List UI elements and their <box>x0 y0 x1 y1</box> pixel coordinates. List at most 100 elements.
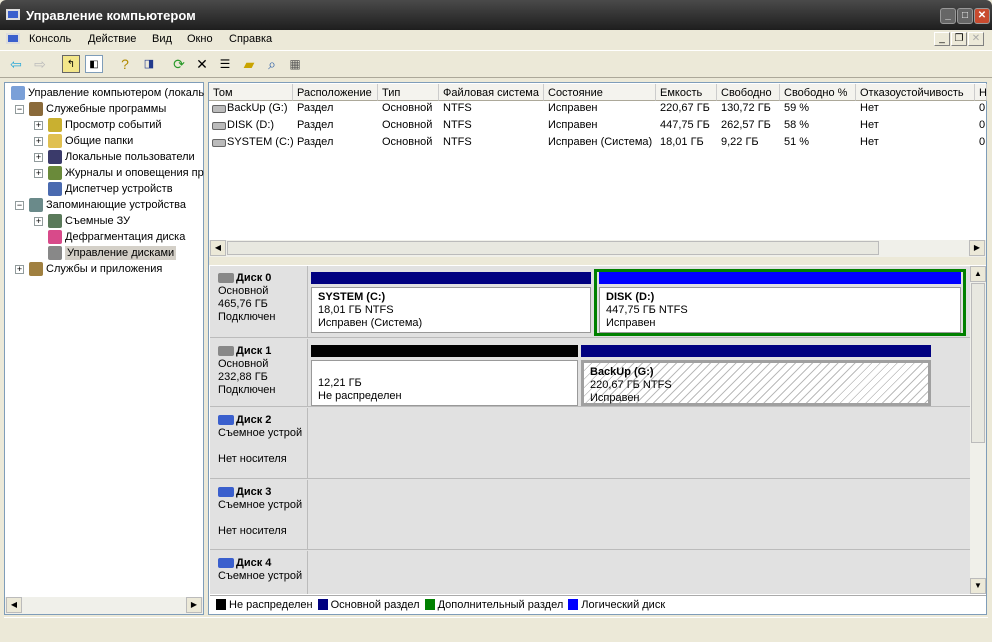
tree-item[interactable]: Управление дисками <box>48 245 177 261</box>
expander-toggle[interactable]: − <box>15 105 24 114</box>
disk-row: Диск 4 Съемное устрой <box>210 551 970 594</box>
disk-type: Основной <box>218 285 269 297</box>
delete-icon[interactable]: ✕ <box>193 55 211 73</box>
maximize-button[interactable]: □ <box>957 8 973 24</box>
help-icon[interactable]: ? <box>116 55 134 73</box>
properties-icon[interactable]: ☰ <box>216 55 234 73</box>
disk-row: Диск 3 Съемное устрой Нет носителя <box>210 480 970 550</box>
column-header[interactable]: Тип <box>378 84 439 101</box>
column-header[interactable]: Свободно <box>717 84 780 101</box>
tree-item[interactable]: Локальные пользователи <box>48 149 195 165</box>
scroll-right-button[interactable]: ▶ <box>969 240 985 256</box>
scroll-thumb[interactable] <box>227 241 879 255</box>
child-minimize-button[interactable]: _ <box>934 32 950 46</box>
column-header[interactable]: Состояние <box>544 84 656 101</box>
table-cell: Исправен (Система) <box>548 136 653 148</box>
tree-node-icon <box>48 166 62 181</box>
tree-item[interactable]: Общие папки <box>48 133 133 149</box>
scroll-up-button[interactable]: ▲ <box>970 266 986 282</box>
menu-console[interactable]: Консоль <box>29 33 71 45</box>
disk-label[interactable]: Диск 1 Основной 232,88 ГБ Подключен <box>210 339 308 406</box>
partition[interactable]: BackUp (G:) 220,67 ГБ NTFS Исправен <box>581 345 931 406</box>
back-icon[interactable]: ⇦ <box>7 55 25 73</box>
menu-action[interactable]: Действие <box>88 33 136 45</box>
partition[interactable]: 12,21 ГБ Не распределен <box>311 345 578 406</box>
legend-swatch <box>424 599 435 610</box>
menu-window[interactable]: Окно <box>187 33 213 45</box>
tree-item-label: Локальные пользователи <box>65 151 195 163</box>
tree-item[interactable]: Служебные программы <box>29 101 166 117</box>
expander-toggle[interactable]: + <box>34 217 43 226</box>
partition[interactable]: SYSTEM (C:) 18,01 ГБ NTFS Исправен (Систем… <box>311 272 591 333</box>
tree-horizontal-scrollbar[interactable]: ◀ ▶ <box>5 597 203 614</box>
table-row[interactable]: BackUp (G:) Раздел Основной NTFS Исправен 220… <box>209 101 986 118</box>
expander-toggle[interactable]: + <box>34 153 43 162</box>
tree-item[interactable]: Службы и приложения <box>29 261 162 277</box>
console-icon <box>6 33 20 44</box>
tree-item[interactable]: Съемные ЗУ <box>48 213 130 229</box>
disk-status: Нет носителя <box>218 453 287 465</box>
scroll-down-button[interactable]: ▼ <box>970 578 986 594</box>
search-icon[interactable]: ⌕ <box>263 55 281 73</box>
disk-label[interactable]: Диск 0 Основной 465,76 ГБ Подключен <box>210 266 308 337</box>
close-button[interactable]: ✕ <box>974 8 990 24</box>
menu-help[interactable]: Справка <box>229 33 272 45</box>
volume-horizontal-scrollbar[interactable]: ◀ ▶ <box>209 240 986 257</box>
partition-box: SYSTEM (C:) 18,01 ГБ NTFS Исправен (Систем… <box>311 287 591 333</box>
disk-label[interactable]: Диск 3 Съемное устрой Нет носителя <box>210 480 308 549</box>
expander-toggle[interactable]: − <box>15 201 24 210</box>
tree-item[interactable]: Дефрагментация диска <box>48 229 185 245</box>
legend-label: Не распределен <box>229 599 313 611</box>
tree-item[interactable]: Диспетчер устройств <box>48 181 173 197</box>
expander-toggle[interactable]: + <box>34 121 43 130</box>
column-header[interactable]: Расположение <box>293 84 378 101</box>
expander-toggle[interactable]: + <box>15 265 24 274</box>
child-restore-button[interactable]: ❐ <box>951 32 967 46</box>
refresh-icon[interactable]: ⟳ <box>170 55 188 73</box>
disk-vertical-scrollbar[interactable]: ▲ ▼ <box>970 266 986 594</box>
column-header[interactable]: Свободно % <box>780 84 856 101</box>
disk-label[interactable]: Диск 2 Съемное устрой Нет носителя <box>210 408 308 478</box>
show-hide-tree-icon[interactable]: ◧ <box>85 55 103 73</box>
table-cell: 447,75 ГБ <box>660 119 710 131</box>
tree-node-icon <box>48 214 62 229</box>
settings-icon[interactable]: ▦ <box>286 55 304 73</box>
legend-label: Логический диск <box>581 599 666 611</box>
table-row[interactable]: SYSTEM (C:) Раздел Основной NTFS Исправен (С… <box>209 135 986 152</box>
tree-item[interactable]: Запоминающие устройства <box>29 197 186 213</box>
minimize-button[interactable]: _ <box>940 8 956 24</box>
table-cell: Основной <box>382 119 433 131</box>
up-icon[interactable]: ↰ <box>62 55 80 73</box>
disk-size: 232,88 ГБ <box>218 371 268 383</box>
disk-label[interactable]: Диск 4 Съемное устрой <box>210 551 308 594</box>
tree-item[interactable]: Управление компьютером (локаль <box>11 85 204 101</box>
forward-icon[interactable]: ⇨ <box>31 55 49 73</box>
action-pane-icon[interactable]: ◨ <box>140 55 158 73</box>
partition-size: 12,21 ГБ <box>318 377 362 389</box>
partition-state: Не распределен <box>318 390 402 402</box>
column-header[interactable]: Н <box>975 84 987 101</box>
tree-item[interactable]: Просмотр событий <box>48 117 162 133</box>
tree-node-icon <box>48 246 62 261</box>
column-header[interactable]: Файловая система <box>439 84 544 101</box>
partition-state: Исправен <box>606 317 656 329</box>
menu-bar: Консоль Действие Вид Окно Справка _ ❐ ✕ <box>0 30 992 50</box>
expander-toggle[interactable]: + <box>34 169 43 178</box>
tree-item[interactable]: Журналы и оповещения пр <box>48 165 204 181</box>
partition-box: DISK (D:) 447,75 ГБ NTFS Исправен <box>599 287 961 333</box>
child-close-button[interactable]: ✕ <box>968 32 984 46</box>
menu-view[interactable]: Вид <box>152 33 172 45</box>
scroll-right-button[interactable]: ▶ <box>186 597 202 613</box>
column-header[interactable]: Емкость <box>656 84 717 101</box>
scroll-thumb[interactable] <box>971 283 985 443</box>
tree-node-icon <box>48 134 62 149</box>
scroll-left-button[interactable]: ◀ <box>210 240 226 256</box>
expander-toggle[interactable]: + <box>34 137 43 146</box>
column-header[interactable]: Отказоустойчивость <box>856 84 975 101</box>
partition[interactable]: DISK (D:) 447,75 ГБ NTFS Исправен <box>594 269 966 336</box>
scroll-left-button[interactable]: ◀ <box>6 597 22 613</box>
splitter[interactable] <box>209 257 986 265</box>
column-header[interactable]: Том <box>209 84 293 101</box>
open-icon[interactable]: ▰ <box>240 55 258 73</box>
table-row[interactable]: DISK (D:) Раздел Основной NTFS Исправен 447,7… <box>209 118 986 135</box>
